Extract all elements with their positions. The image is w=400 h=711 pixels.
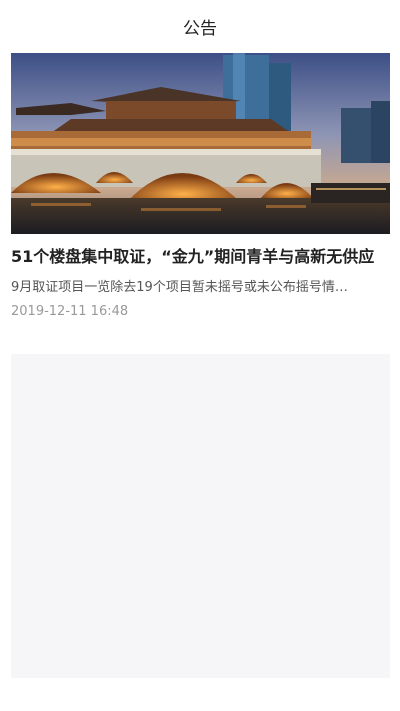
article-title[interactable]: 51个楼盘集中取证，“金九”期间青羊与高新无供应 (11, 244, 390, 270)
article-date: 2019-12-11 16:48 (11, 304, 129, 319)
announcement-card[interactable]: 51个楼盘集中取证，“金九”期间青羊与高新无供应 9月取证项目一览除去19个项目… (11, 53, 390, 319)
bridge-cityscape-image (11, 53, 390, 234)
article-summary: 9月取证项目一览除去19个项目暂未摇号或未公布摇号情… (11, 280, 348, 295)
top-bar: 公告 (0, 0, 400, 52)
page-title: 公告 (183, 18, 217, 39)
article-thumbnail[interactable] (11, 53, 390, 234)
empty-content-area (11, 354, 390, 678)
